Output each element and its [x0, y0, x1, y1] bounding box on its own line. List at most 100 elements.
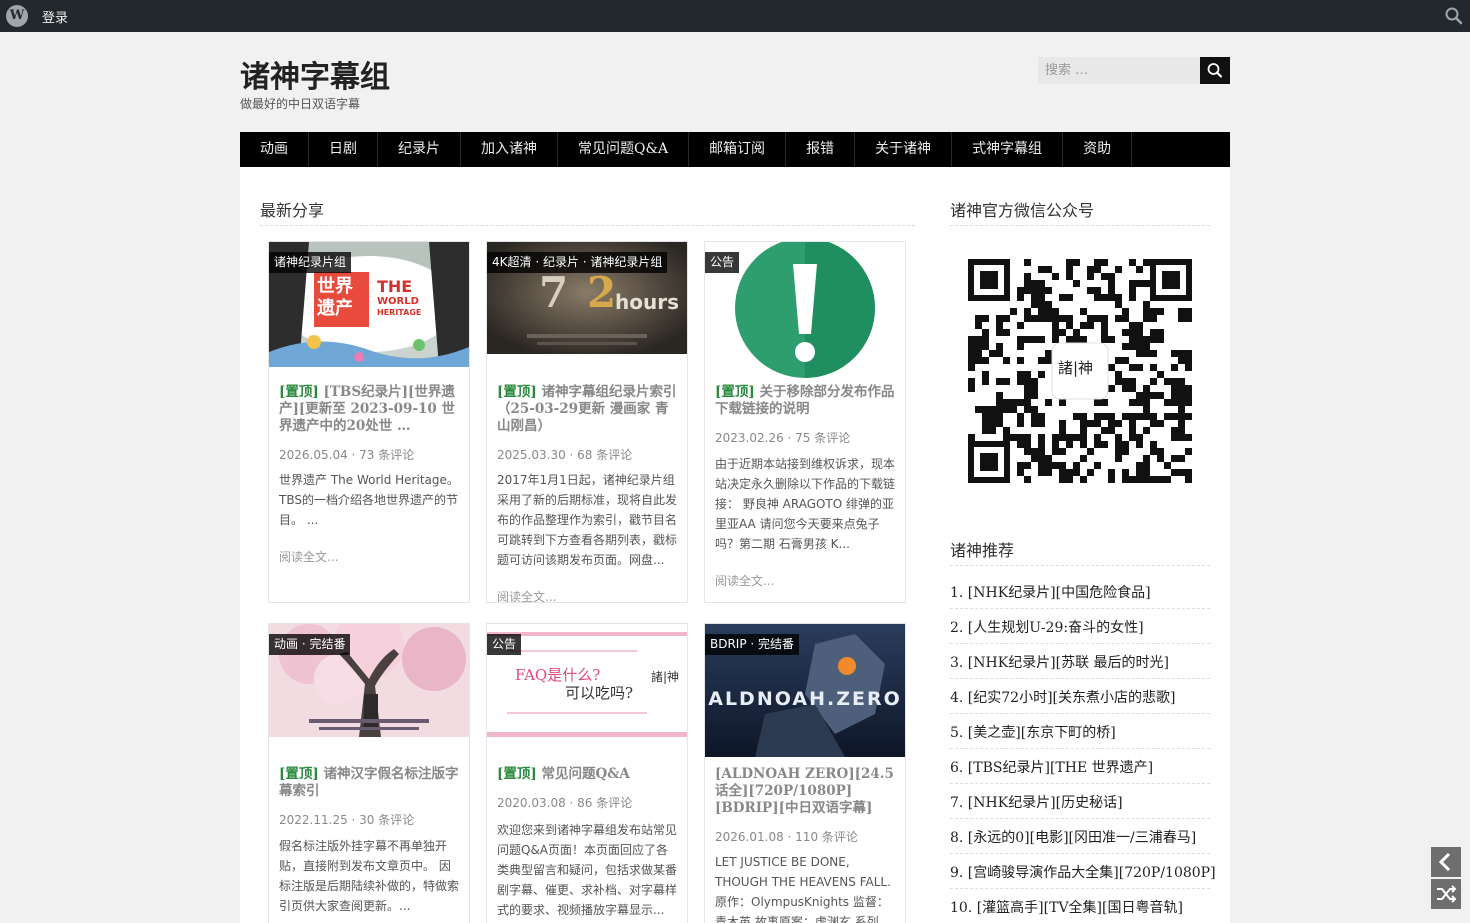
post-title[interactable]: [置顶] [TBS纪录片][世界遗产][更新至 2023-09-10 世界遗产中…: [279, 384, 461, 435]
post-comments[interactable]: 86 条评论: [577, 796, 632, 810]
post-meta: 2026.01.08 · 110 条评论: [715, 830, 858, 844]
post-meta: 2020.03.08 · 86 条评论: [497, 796, 633, 810]
site-title[interactable]: 诸神字幕组: [240, 52, 390, 96]
recommend-item[interactable]: 2. [人生规划U-29:奋斗的女性]: [950, 617, 1210, 637]
qr-logo-text: 諸|神: [1058, 359, 1094, 377]
recommend-item[interactable]: 3. [NHK纪录片][苏联 最后的时光]: [950, 652, 1210, 672]
nav-item-shikigami[interactable]: 式神字幕组: [952, 132, 1064, 167]
divider: [950, 678, 1210, 679]
post-category-badge[interactable]: 动画 · 完结番: [269, 634, 351, 655]
recommend-item[interactable]: 4. [纪实72小时][关东煮小店的悲歌]: [950, 687, 1210, 707]
shuffle-icon: [1437, 885, 1457, 903]
read-more-link[interactable]: 阅读全文...: [715, 572, 774, 589]
divider: [950, 713, 1210, 714]
post-comments[interactable]: 73 条评论: [359, 448, 414, 462]
search-icon: [1207, 63, 1223, 78]
pinned-label: [置顶]: [279, 766, 319, 782]
post-excerpt: 2017年1月1日起，诸神纪录片组采用了新的后期标准，现将自此发布的作品整理作为…: [497, 473, 678, 567]
thumbnail-text: 7: [539, 268, 569, 317]
nav-item-about[interactable]: 关于诸神: [855, 132, 953, 167]
sidebar-title-wechat: 诸神官方微信公众号: [950, 201, 1095, 220]
post-category-badge[interactable]: 诸神纪录片组: [269, 252, 352, 273]
recommend-item[interactable]: 1. [NHK纪录片][中国危险食品]: [950, 582, 1210, 602]
post-comments[interactable]: 110 条评论: [795, 830, 858, 844]
post-comments[interactable]: 75 条评论: [795, 431, 850, 445]
thumbnail-text: WORLD: [377, 296, 419, 307]
post-meta: 2026.05.04 · 73 条评论: [279, 448, 415, 462]
main-navigation: 动画 日剧 纪录片 加入诸神 常见问题Q&A 邮箱订阅 报错 关于诸神 式神字幕…: [240, 132, 1230, 167]
post-category-badge[interactable]: 4K超清 · 纪录片 · 诸神纪录片组: [487, 252, 668, 273]
recommend-item[interactable]: 8. [永远的0][电影][冈田准一/三浦春马]: [950, 827, 1210, 847]
thumbnail-text: 可以吃吗?: [565, 684, 634, 702]
post-date: 2022.11.25: [279, 813, 348, 827]
wordpress-logo-icon[interactable]: W: [6, 5, 28, 27]
previous-post-button[interactable]: [1431, 847, 1461, 877]
post-comments[interactable]: 68 条评论: [577, 448, 632, 462]
random-post-button[interactable]: [1431, 879, 1461, 909]
divider: [950, 608, 1210, 609]
search-input[interactable]: [1038, 57, 1200, 84]
search-button[interactable]: [1200, 57, 1230, 84]
nav-item-drama[interactable]: 日剧: [309, 132, 378, 167]
nav-item-anime[interactable]: 动画: [240, 132, 309, 167]
post-card: 动画 · 完结番 [置顶] 诸神汉字假名标注版字幕索引 2022.11.25 ·…: [268, 623, 470, 923]
admin-bar: W 登录: [0, 0, 1470, 32]
thumbnail-logo-text: 諸|神: [651, 670, 680, 684]
admin-search-icon[interactable]: [1444, 6, 1464, 26]
thumbnail-text: 遗产: [317, 298, 353, 319]
post-title[interactable]: [置顶] 常见问题Q&A: [497, 766, 679, 783]
post-card: 公告 [置顶] 关于移除部分发布作品下载链接的说明 2023.02.26 · 7…: [704, 241, 906, 603]
post-excerpt: 欢迎您来到诸神字幕组发布站常见问题Q&A页面！本页面回应了各类典型留言和疑问，包…: [497, 823, 678, 917]
post-title-text: [ALDNOAH ZERO][24.5话全][720P/1080P][BDRIP…: [715, 766, 894, 816]
post-category-badge[interactable]: 公告: [705, 252, 740, 273]
read-more-link[interactable]: 阅读全文...: [497, 588, 556, 602]
divider: [950, 565, 1210, 566]
read-more-link[interactable]: 阅读全文...: [279, 548, 338, 565]
divider: [950, 643, 1210, 644]
pinned-label: [置顶]: [715, 384, 755, 400]
divider: [950, 853, 1210, 854]
thumbnail-text: ALDNOAH.ZERO: [708, 688, 902, 710]
post-meta: 2023.02.26 · 75 条评论: [715, 431, 851, 445]
post-date: 2026.01.08: [715, 830, 784, 844]
login-link[interactable]: 登录: [42, 7, 68, 26]
post-comments[interactable]: 30 条评论: [359, 813, 414, 827]
post-category-badge[interactable]: BDRIP · 完结番: [705, 634, 800, 655]
post-card: ALDNOAH.ZERO BDRIP · 完结番 [ALDNOAH ZERO][…: [704, 623, 906, 923]
thumbnail-text: 世界: [317, 276, 353, 297]
sidebar-title-recommend: 诸神推荐: [950, 541, 1015, 560]
recommend-item[interactable]: 7. [NHK纪录片][历史秘话]: [950, 792, 1210, 812]
chevron-left-icon: [1438, 852, 1451, 872]
nav-item-donate[interactable]: 资助: [1063, 132, 1133, 167]
post-excerpt: 世界遗产 The World Heritage。TBS的一档介绍各地世界遗产的节…: [279, 473, 459, 527]
post-card: 7 2 hours 4K超清 · 纪录片 · 诸神纪录片组 [置顶] 诸神字幕组…: [486, 241, 688, 603]
recommend-item[interactable]: 10. [灌篮高手][TV全集][国日粤音轨]: [950, 897, 1210, 917]
search-form: [1038, 57, 1230, 84]
post-title[interactable]: [置顶] 关于移除部分发布作品下载链接的说明: [715, 384, 897, 418]
post-date: 2025.03.30: [497, 448, 566, 462]
post-category-badge[interactable]: 公告: [487, 634, 522, 655]
nav-item-subscribe[interactable]: 邮箱订阅: [689, 132, 787, 167]
post-card: FAQ是什么? 可以吃吗? 諸|神 公告 [置顶] 常见问题Q&A 2020.0…: [486, 623, 688, 923]
recommend-item[interactable]: 9. [宫崎骏导演作品大全集][720P/1080P]: [950, 862, 1216, 882]
post-date: 2023.02.26: [715, 431, 784, 445]
recommend-item[interactable]: 5. [美之壶][东京下町的桥]: [950, 722, 1210, 742]
divider: [950, 783, 1210, 784]
post-excerpt: 由于近期本站接到维权诉求，现本站决定永久删除以下作品的下载链接： 野良神 ARA…: [715, 457, 896, 551]
nav-item-report[interactable]: 报错: [786, 132, 856, 167]
post-title[interactable]: [置顶] 诸神字幕组纪录片索引（25-03-29更新 漫画家 青山刚昌）: [497, 384, 679, 435]
site-description: 做最好的中日双语字幕: [240, 97, 361, 111]
recommend-item[interactable]: 6. [TBS纪录片][THE 世界遗产]: [950, 757, 1210, 777]
post-title[interactable]: [置顶] 诸神汉字假名标注版字幕索引: [279, 766, 461, 800]
pinned-label: [置顶]: [279, 384, 319, 400]
nav-item-documentary[interactable]: 纪录片: [378, 132, 461, 167]
nav-item-join[interactable]: 加入诸神: [461, 132, 558, 167]
main-content: 最新分享 世界 遗产 THE WORLD HERITAGE 诸神纪录片组 [置顶…: [240, 167, 1230, 923]
post-title[interactable]: [ALDNOAH ZERO][24.5话全][720P/1080P][BDRIP…: [715, 766, 897, 817]
divider: [950, 888, 1210, 889]
section-title-latest: 最新分享: [260, 201, 325, 220]
thumbnail-text: 2: [587, 268, 617, 317]
post-date: 2020.03.08: [497, 796, 566, 810]
nav-item-faq[interactable]: 常见问题Q&A: [558, 132, 690, 167]
post-excerpt: LET JUSTICE BE DONE, THOUGH THE HEAVENS …: [715, 855, 891, 923]
